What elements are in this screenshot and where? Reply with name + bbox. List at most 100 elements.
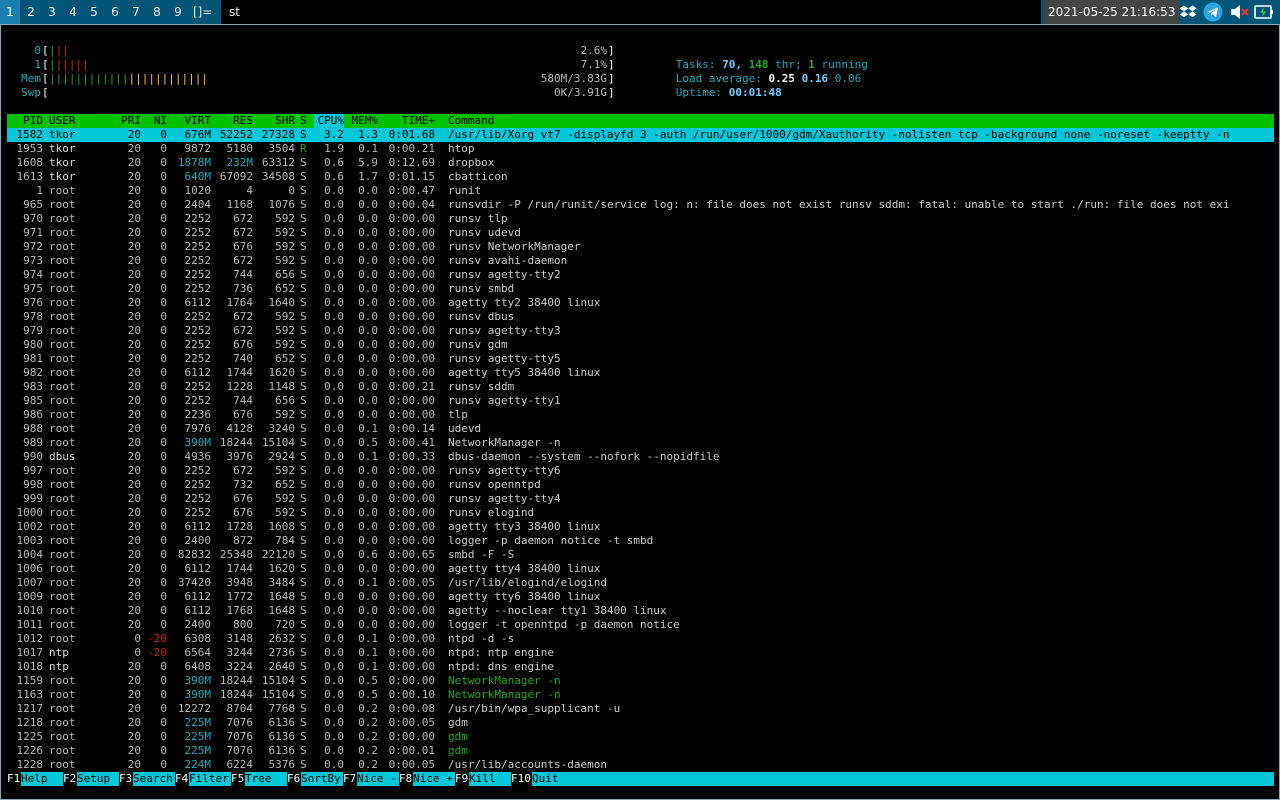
table-row[interactable]: 1006 root 20 0 6112 1744 1620 S 0.0 0.0 0:00.00 age… xyxy=(1,562,1279,576)
table-row[interactable]: 1228 root 20 0 224M 6224 5376 S 0.0 0.2 0:00.05/us… xyxy=(1,758,1279,772)
table-row[interactable]: 989 root 20 0 390M 18244 15104 S 0.0 0.5 0:00.41 Ne… xyxy=(1,436,1279,450)
table-row[interactable]: 1009 root 20 0 6112 1772 1648 S 0.0 0.0 0:00.00 age… xyxy=(1,590,1279,604)
fkey-f3[interactable]: F3 xyxy=(119,772,132,786)
table-row[interactable]: 986 root 20 0 2236 676 592 S 0.0 0.0 0:00.00 tlp xyxy=(1,408,1279,422)
fkey-label-sortby[interactable]: SortBy xyxy=(301,772,343,786)
table-row[interactable]: 1017 ntp 0 -20 6564 3244 2736 S 0.0 0.1 0:00.00 ntp… xyxy=(1,646,1279,660)
tag-3[interactable]: 3 xyxy=(42,0,62,24)
table-row[interactable]: 1 root 20 0 1020 4 0 S 0.0 0.0 0:00.47 runit xyxy=(1,184,1279,198)
table-row[interactable]: 1226 root 20 0 225M 7076 6136 S 0.0 0.2 0:00.01 gdm xyxy=(1,744,1279,758)
tag-8[interactable]: 8 xyxy=(147,0,167,24)
telegram-icon[interactable] xyxy=(1203,2,1223,22)
table-row[interactable]: 1225 root 20 0 225M 7076 6136 S 0.0 0.2 0:00.00 gdm xyxy=(1,730,1279,744)
table-row[interactable]: 1011 root 20 0 2400 800 720 S 0.0 0.0 0:00.00 logge… xyxy=(1,618,1279,632)
fkey-f8[interactable]: F8 xyxy=(399,772,412,786)
battery-icon[interactable] xyxy=(1254,2,1274,22)
table-row[interactable]: 1003 root 20 0 2400 872 784 S 0.0 0.0 0:00.00 logge… xyxy=(1,534,1279,548)
table-row[interactable]: 981 root 20 0 2252 740 652 S 0.0 0.0 0:00.00 runsv … xyxy=(1,352,1279,366)
table-row[interactable]: 1217 root 20 0 12272 8704 7768 S 0.0 0.2 0:00.08/u… xyxy=(1,702,1279,716)
table-row[interactable]: 973 root 20 0 2252 672 592 S 0.0 0.0 0:00.00 runsv … xyxy=(1,254,1279,268)
tag-6[interactable]: 6 xyxy=(105,0,125,24)
fkey-f10[interactable]: F10 xyxy=(511,772,531,786)
tag-5[interactable]: 5 xyxy=(84,0,104,24)
col-shr[interactable]: SHR xyxy=(253,114,295,128)
cell-virt: 225M xyxy=(184,730,212,743)
cell-user: dbus xyxy=(49,450,76,463)
table-row[interactable]: 1163 root 20 0 390M 18244 15104 S 0.0 0.5 0:00.10 N… xyxy=(1,688,1279,702)
col-pri[interactable]: PRI xyxy=(111,114,141,128)
table-row[interactable]: 1608 tkor 20 0 1878M 232M 63312 S 0.6 5.9 0:12.69 d… xyxy=(1,156,1279,170)
layout-indicator[interactable]: []= xyxy=(193,0,212,24)
fkey-f4[interactable]: F4 xyxy=(175,772,188,786)
terminal-window[interactable]: 0 [ ||| 2.6% ] 1 [ |||||| 7.1% ] Mem [ |… xyxy=(0,24,1280,800)
table-row[interactable]: 988 root 20 0 7976 4128 3240 S 0.0 0.1 0:00.14 udev… xyxy=(1,422,1279,436)
uptime-label: Uptime: xyxy=(675,86,723,99)
table-row[interactable]: 1010 root 20 0 6112 1768 1648 S 0.0 0.0 0:00.00 age… xyxy=(1,604,1279,618)
table-row[interactable]: 1613 tkor 20 0 640M 67092 34508 S 0.6 1.7 0:01.15 c… xyxy=(1,170,1279,184)
table-row[interactable]: 1018 ntp 20 0 6408 3224 2640 S 0.0 0.1 0:00.00 ntpd… xyxy=(1,660,1279,674)
col-time[interactable]: TIME+ xyxy=(381,114,435,128)
table-row[interactable]: 976 root 20 0 6112 1764 1640 S 0.0 0.0 0:00.00 aget… xyxy=(1,296,1279,310)
table-row[interactable]: 983 root 20 0 2252 1228 1148 S 0.0 0.0 0:00.21 runs… xyxy=(1,380,1279,394)
fkey-label-search[interactable]: Search xyxy=(133,772,175,786)
table-row[interactable]: 997 root 20 0 2252 672 592 S 0.0 0.0 0:00.00 runsv … xyxy=(1,464,1279,478)
fkey-f6[interactable]: F6 xyxy=(287,772,300,786)
table-row[interactable]: 965 root 20 0 2404 1168 1076 S 0.0 0.0 0:00.04 runs… xyxy=(1,198,1279,212)
table-row[interactable]: 1007 root 20 0 37420 3948 3484 S 0.0 0.1 0:00.05/u… xyxy=(1,576,1279,590)
table-row[interactable]: 1159 root 20 0 390M 18244 15104 S 0.0 0.5 0:00.00 N… xyxy=(1,674,1279,688)
fkey-label-nice[interactable]: Nice - xyxy=(357,772,399,786)
tag-4[interactable]: 4 xyxy=(63,0,83,24)
cell-user: root xyxy=(49,310,76,323)
table-row[interactable]: 1218 root 20 0 225M 7076 6136 S 0.0 0.2 0:00.05 gdm xyxy=(1,716,1279,730)
fkey-label-tree[interactable]: Tree xyxy=(245,772,287,786)
table-row[interactable]: 970 root 20 0 2252 672 592 S 0.0 0.0 0:00.00 runsv … xyxy=(1,212,1279,226)
table-row[interactable]: 1002 root 20 0 6112 1728 1608 S 0.0 0.0 0:00.00 age… xyxy=(1,520,1279,534)
fkey-label-nice[interactable]: Nice + xyxy=(413,772,455,786)
col-res[interactable]: RES xyxy=(211,114,253,128)
table-row[interactable]: 1012 root 0 -20 6308 3148 2632 S 0.0 0.1 0:00.00 nt… xyxy=(1,632,1279,646)
fkey-label-kill[interactable]: Kill xyxy=(469,772,511,786)
table-row[interactable]: 1004 root 20 0 82832 25348 22120 S 0.0 0.6 0:00.65… xyxy=(1,548,1279,562)
fkey-label-setup[interactable]: Setup xyxy=(77,772,119,786)
fkey-f1[interactable]: F1 xyxy=(7,772,20,786)
table-row[interactable]: 1582 tkor 20 0 676M 52252 27328 S 3.2 1.3 0:01.68 /… xyxy=(1,128,1279,142)
col-virt[interactable]: VIRT xyxy=(169,114,211,128)
fkey-label-help[interactable]: Help xyxy=(21,772,63,786)
col-cpu[interactable]: CPU% xyxy=(314,114,344,128)
table-row[interactable]: 999 root 20 0 2252 676 592 S 0.0 0.0 0:00.00 runsv … xyxy=(1,492,1279,506)
table-row[interactable]: 972 root 20 0 2252 676 592 S 0.0 0.0 0:00.00 runsv … xyxy=(1,240,1279,254)
col-user[interactable]: USER xyxy=(49,114,109,128)
table-row[interactable]: 978 root 20 0 2252 672 592 S 0.0 0.0 0:00.00 runsv … xyxy=(1,310,1279,324)
table-row[interactable]: 975 root 20 0 2252 736 652 S 0.0 0.0 0:00.00 runsv … xyxy=(1,282,1279,296)
table-row[interactable]: 998 root 20 0 2252 732 652 S 0.0 0.0 0:00.00 runsv … xyxy=(1,478,1279,492)
col-command[interactable]: Command xyxy=(448,114,568,128)
table-row[interactable]: 974 root 20 0 2252 744 656 S 0.0 0.0 0:00.00 runsv … xyxy=(1,268,1279,282)
table-row[interactable]: 982 root 20 0 6112 1744 1620 S 0.0 0.0 0:00.00 aget… xyxy=(1,366,1279,380)
col-state[interactable]: S xyxy=(300,114,310,128)
table-row[interactable]: 1000 root 20 0 2252 676 592 S 0.0 0.0 0:00.00 runsv… xyxy=(1,506,1279,520)
table-row[interactable]: 980 root 20 0 2252 676 592 S 0.0 0.0 0:00.00 runsv … xyxy=(1,338,1279,352)
fkey-f9[interactable]: F9 xyxy=(455,772,468,786)
fkey-f2[interactable]: F2 xyxy=(63,772,76,786)
tag-7[interactable]: 7 xyxy=(126,0,146,24)
tag-1[interactable]: 1 xyxy=(0,0,20,24)
fkey-f7[interactable]: F7 xyxy=(343,772,356,786)
table-row[interactable]: 979 root 20 0 2252 672 592 S 0.0 0.0 0:00.00 runsv … xyxy=(1,324,1279,338)
table-row[interactable]: 985 root 20 0 2252 744 656 S 0.0 0.0 0:00.00 runsv … xyxy=(1,394,1279,408)
dropbox-icon[interactable] xyxy=(1178,2,1198,22)
cell-pri: 20 xyxy=(127,604,141,617)
fkey-f5[interactable]: F5 xyxy=(231,772,244,786)
tag-9[interactable]: 9 xyxy=(168,0,188,24)
cell-pid: 970 xyxy=(23,212,43,225)
col-pid[interactable]: PID xyxy=(7,114,43,128)
col-ni[interactable]: NI xyxy=(143,114,167,128)
cell-res: 740 xyxy=(233,352,253,365)
table-row[interactable]: 971 root 20 0 2252 672 592 S 0.0 0.0 0:00.00 runsv … xyxy=(1,226,1279,240)
col-mem[interactable]: MEM% xyxy=(346,114,378,128)
volume-muted-icon[interactable] xyxy=(1229,2,1249,22)
fkey-label-quit[interactable]: Quit xyxy=(532,772,1274,786)
table-row[interactable]: 1953 tkor 20 0 9872 5180 3504 R 1.9 0.1 0:00.21 hto… xyxy=(1,142,1279,156)
tag-2[interactable]: 2 xyxy=(21,0,41,24)
fkey-label-filter[interactable]: Filter xyxy=(189,772,231,786)
table-row[interactable]: 990 dbus 20 0 4936 3976 2924 S 0.0 0.1 0:00.33 dbus… xyxy=(1,450,1279,464)
